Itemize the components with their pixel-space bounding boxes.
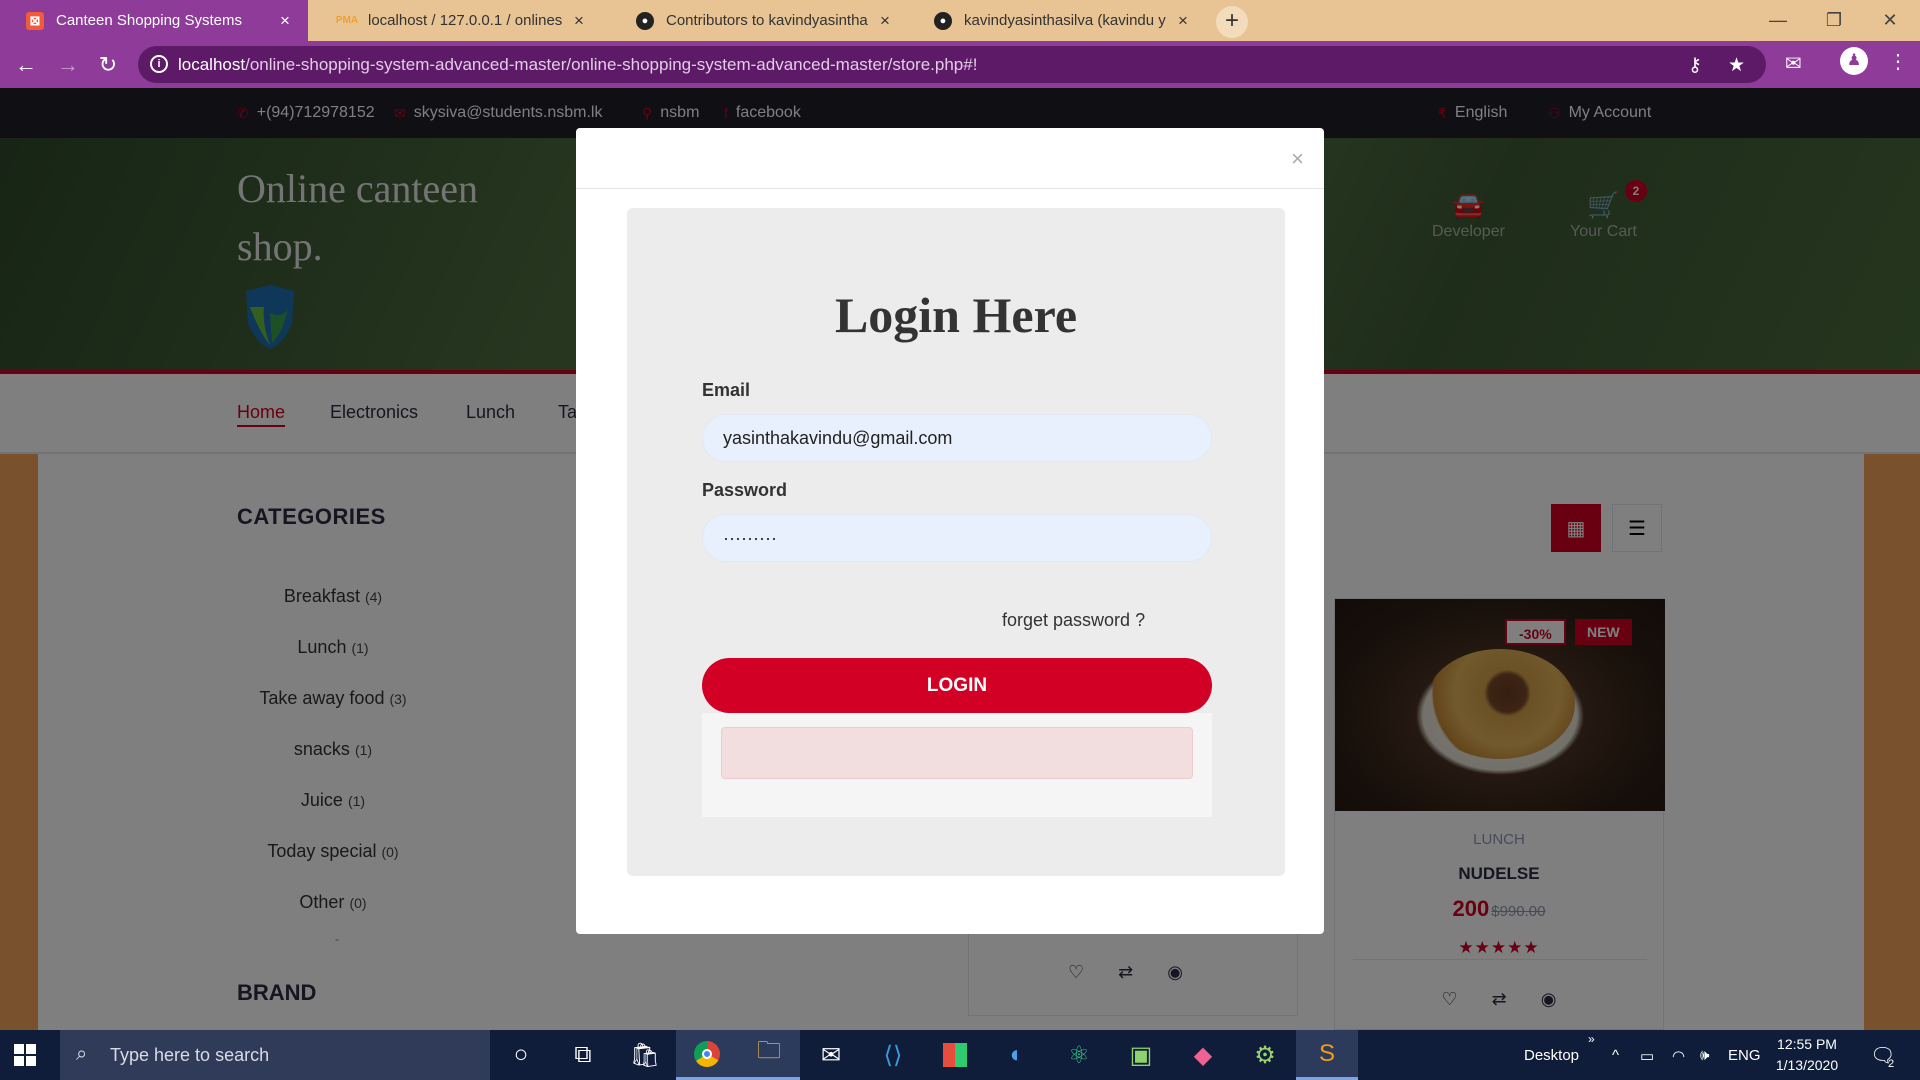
modal-close-button[interactable]: ×	[1291, 146, 1304, 172]
toolbar-expand-icon[interactable]: »	[1588, 1032, 1595, 1046]
android-studio-icon[interactable]: ⚙	[1234, 1030, 1296, 1080]
restore-icon[interactable]: ❐	[1806, 0, 1862, 41]
battery-icon[interactable]: ▭	[1640, 1047, 1654, 1065]
modal-header: ×	[576, 128, 1324, 189]
browser-tab-phpmyadmin[interactable]: PMA localhost / 127.0.0.1 / onlineshop ×	[312, 0, 602, 41]
back-icon[interactable]: ←	[12, 51, 40, 79]
phpmyadmin-favicon-icon: PMA	[335, 15, 359, 26]
profile-avatar-icon[interactable]: ♟	[1840, 47, 1868, 75]
password-label: Password	[702, 480, 788, 500]
browser-tab-profile[interactable]: ● kavindyasinthasilva (kavindu yasi ×	[908, 0, 1206, 41]
browser-tab-bar: ⊠ Canteen Shopping Systems × PMA localho…	[0, 0, 1920, 41]
github-favicon-icon: ●	[636, 11, 654, 30]
password-field[interactable]: ·········	[702, 514, 1212, 562]
store-icon[interactable]: 🛍	[614, 1030, 676, 1080]
menu-dots-icon[interactable]: ⋮	[1888, 49, 1908, 74]
browser-tab-canteen[interactable]: ⊠ Canteen Shopping Systems ×	[0, 0, 308, 41]
notification-count: 2	[1888, 1058, 1895, 1070]
cortana-icon[interactable]: ○	[490, 1030, 552, 1080]
browser-tab-contributors[interactable]: ● Contributors to kavindyasinthasil ×	[610, 0, 908, 41]
key-icon[interactable]: ⚷	[1688, 54, 1702, 77]
volume-icon[interactable]: 🕪	[1700, 1047, 1709, 1064]
close-tab-icon[interactable]: ×	[570, 11, 588, 31]
forget-password-link[interactable]: forget password ?	[1002, 610, 1145, 631]
canteen-favicon-icon: ⊠	[26, 11, 44, 30]
clock-time: 12:55 PM	[1777, 1036, 1837, 1052]
sublime-text-icon[interactable]: S	[1296, 1030, 1358, 1080]
site-info-icon[interactable]: i	[150, 55, 168, 73]
url-path: /online-shopping-system-advanced-master/…	[245, 54, 978, 74]
clock-date: 1/13/2020	[1775, 1057, 1839, 1073]
file-explorer-icon[interactable]: 🗀	[738, 1030, 800, 1080]
close-window-icon[interactable]: ✕	[1862, 0, 1918, 41]
url-host: localhost	[178, 54, 246, 74]
mail-icon[interactable]: ✉	[800, 1030, 862, 1080]
atom-icon[interactable]: ⚛	[1048, 1030, 1110, 1080]
edge-icon[interactable]: ◐	[986, 1030, 1048, 1080]
login-button[interactable]: LOGIN	[702, 658, 1212, 713]
address-bar[interactable]: i localhost/online-shopping-system-advan…	[138, 46, 1766, 83]
show-hidden-icons-icon[interactable]: ^	[1612, 1047, 1619, 1064]
taskbar-search-input[interactable]: ⌕ Type here to search	[60, 1030, 490, 1080]
login-form: Login Here Email yasinthakavindu@gmail.c…	[627, 208, 1285, 876]
windows-start-icon[interactable]	[14, 1044, 36, 1066]
login-heading: Login Here	[834, 287, 1078, 343]
reload-icon[interactable]: ↻	[94, 51, 122, 79]
tab-title: kavindyasinthasilva (kavindu yasi	[964, 12, 1166, 29]
vscode-icon[interactable]: ⟨⟩	[862, 1030, 924, 1080]
office-icon[interactable]	[924, 1030, 986, 1080]
error-container	[702, 713, 1212, 817]
github-favicon-icon: ●	[934, 11, 952, 30]
close-tab-icon[interactable]: ×	[876, 11, 894, 31]
mail-extension-icon[interactable]: ✉	[1785, 51, 1802, 76]
email-field[interactable]: yasinthakavindu@gmail.com	[702, 414, 1212, 462]
windows-taskbar: ⌕ Type here to search ○ ⧉ 🛍 🗀 ✉ ⟨⟩ ◐ ⚛ ▣…	[0, 1030, 1920, 1080]
gitkraken-icon[interactable]: ◆	[1172, 1030, 1234, 1080]
close-tab-icon[interactable]: ×	[276, 11, 294, 31]
search-icon: ⌕	[76, 1043, 88, 1065]
login-modal: × Login Here Email yasinthakavindu@gmail…	[576, 128, 1324, 934]
tab-title: Canteen Shopping Systems	[56, 12, 242, 29]
bookmark-star-icon[interactable]: ★	[1728, 54, 1745, 77]
chrome-icon[interactable]	[676, 1030, 738, 1080]
search-placeholder: Type here to search	[110, 1044, 270, 1065]
tab-title: localhost / 127.0.0.1 / onlineshop	[368, 12, 562, 29]
forward-icon[interactable]: →	[54, 51, 82, 79]
wifi-icon[interactable]: ◠	[1672, 1047, 1685, 1065]
taskbar-clock[interactable]: 12:55 PM 1/13/2020	[1752, 1034, 1862, 1076]
desktop-toolbar-label[interactable]: Desktop	[1524, 1047, 1579, 1064]
browser-toolbar: ← → ↻ i localhost/online-shopping-system…	[0, 41, 1920, 88]
close-tab-icon[interactable]: ×	[1174, 11, 1192, 31]
error-alert	[721, 727, 1193, 779]
tab-title: Contributors to kavindyasinthasil	[666, 12, 868, 29]
minimize-icon[interactable]: —	[1750, 0, 1806, 41]
email-label: Email	[702, 380, 751, 400]
new-tab-button[interactable]: +	[1216, 6, 1248, 38]
terminal-icon[interactable]: ▣	[1110, 1030, 1172, 1080]
task-view-icon[interactable]: ⧉	[552, 1030, 614, 1080]
